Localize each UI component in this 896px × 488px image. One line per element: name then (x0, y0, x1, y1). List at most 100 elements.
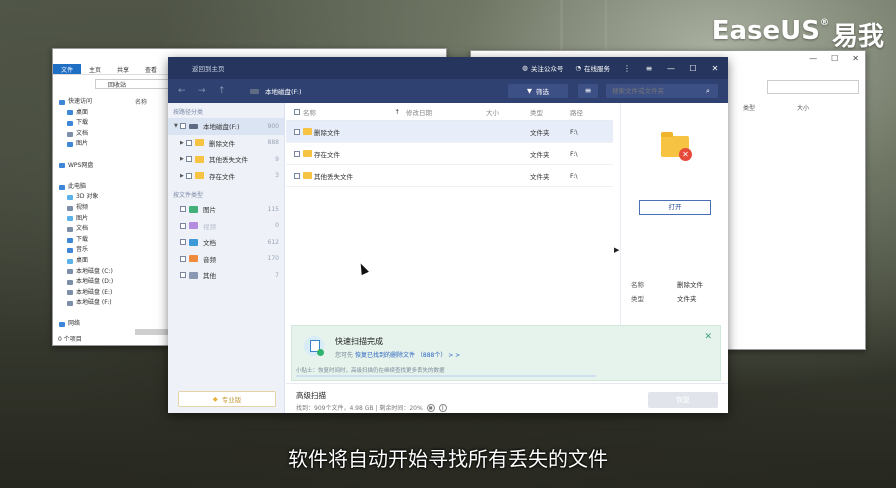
tree-checkbox[interactable] (186, 172, 192, 179)
wechat-icon: ◍ (522, 64, 528, 72)
recover-arrows[interactable]: > > (448, 352, 460, 359)
type-checkbox[interactable] (180, 272, 186, 279)
filter-button[interactable]: ▼ 筛选 (508, 84, 568, 98)
folder-icon (195, 172, 204, 180)
close-icon[interactable]: ✕ (710, 64, 720, 73)
tree-checkbox[interactable] (186, 156, 192, 163)
breadcrumb[interactable]: 本地磁盘(F:) (250, 86, 302, 96)
table-row[interactable]: 存在文件 文件夹 F:\ (286, 143, 613, 165)
nav-item[interactable]: 3D 对象 (53, 192, 128, 203)
nav-item[interactable]: 下载 (53, 235, 128, 246)
notice-title: 快速扫描完成 (335, 337, 383, 346)
column-type[interactable]: 类型 (530, 107, 570, 117)
nav-item[interactable]: 网络 (53, 319, 128, 330)
type-item[interactable]: 文档 612 (168, 234, 284, 251)
tree-item[interactable]: ▼ 本地磁盘(F:) 900 (168, 118, 284, 135)
close-icon[interactable]: ✕ (852, 54, 859, 63)
nav-item[interactable]: 文档 (53, 129, 128, 140)
tree-item[interactable]: ▶ 删除文件 888 (168, 135, 284, 152)
recover-count[interactable]: （888个） (417, 352, 446, 359)
menu-icon[interactable]: ≡ (644, 64, 654, 73)
nav-item[interactable]: 此电脑 (53, 182, 128, 193)
nav-item[interactable]: 桌面 (53, 256, 128, 267)
settings-icon[interactable]: ⋮ (622, 64, 632, 73)
column-name[interactable]: 名称 ↑ (286, 107, 406, 117)
column-date[interactable]: 修改日期 (406, 107, 486, 117)
notice-scroll-bar[interactable] (296, 375, 596, 377)
file-type-icon (189, 271, 198, 279)
logo-text: EaseUS (711, 16, 820, 46)
nav-item[interactable]: 桌面 (53, 108, 128, 119)
table-row[interactable]: 其他丢失文件 文件夹 F:\ (286, 165, 613, 187)
column-path[interactable]: 路径 (570, 107, 610, 117)
nav-item[interactable]: 下载 (53, 118, 128, 129)
close-icon[interactable]: ✕ (704, 332, 712, 342)
nav-item[interactable]: 本地磁盘 (C:) (53, 267, 128, 278)
up-arrow-icon[interactable]: ↑ (218, 86, 228, 96)
file-table: 名称 ↑ 修改日期 大小 类型 路径 删除文件 文件夹 F:\ 存在文件 文件夹 F:\ 其… (286, 103, 613, 343)
restore-button[interactable]: 恢复 (648, 392, 718, 408)
nav-item[interactable]: 本地磁盘 (E:) (53, 288, 128, 299)
nav-item[interactable]: 音乐 (53, 245, 128, 256)
horizontal-scrollbar[interactable] (135, 329, 170, 335)
row-checkbox[interactable] (294, 150, 300, 157)
type-item[interactable]: 其他 7 (168, 267, 284, 284)
nav-item[interactable]: 视频 (53, 203, 128, 214)
row-checkbox[interactable] (294, 128, 300, 135)
nav-item-icon (67, 131, 73, 137)
nav-item[interactable]: 本地磁盘 (D:) (53, 277, 128, 288)
tab-view[interactable]: 查看 (137, 64, 165, 74)
search-input[interactable] (767, 80, 859, 94)
tree-item[interactable]: ▶ 其他丢失文件 9 (168, 151, 284, 168)
recover-deleted-link[interactable]: 恢复已找到的删除文件 (355, 352, 415, 359)
pro-version-button[interactable]: ◆ 专业版 (178, 391, 276, 407)
row-checkbox[interactable] (294, 172, 300, 179)
pause-icon[interactable]: ‖ (438, 403, 447, 412)
table-row[interactable]: 删除文件 文件夹 F:\ (286, 121, 613, 143)
open-button[interactable]: 打开 (639, 200, 711, 215)
forward-arrow-icon[interactable]: → (198, 86, 208, 96)
tab-file[interactable]: 文件 (53, 64, 82, 74)
minimize-icon[interactable]: — (666, 64, 676, 73)
type-checkbox[interactable] (180, 239, 186, 246)
tree-checkbox[interactable] (186, 139, 192, 146)
column-header-type[interactable]: 类型 (743, 103, 755, 112)
type-item[interactable]: 图片 115 (168, 201, 284, 218)
type-item[interactable]: 音频 170 (168, 251, 284, 268)
nav-item[interactable]: 快速访问 (53, 97, 128, 108)
tree-item[interactable]: ▶ 存在文件 3 (168, 168, 284, 185)
nav-item[interactable]: 图片 (53, 214, 128, 225)
type-checkbox[interactable] (180, 222, 186, 229)
nav-item[interactable]: WPS网盘 (53, 161, 128, 172)
maximize-icon[interactable]: ☐ (831, 54, 838, 63)
column-size[interactable]: 大小 (486, 107, 530, 117)
expand-arrow-icon[interactable]: ▶ (614, 246, 619, 254)
back-to-home-link[interactable]: 返回到主页 (192, 63, 225, 73)
folder-icon (195, 155, 204, 163)
type-item-count: 0 (275, 222, 279, 230)
property-name: 名称 删除文件 (631, 279, 703, 289)
title-bar: 返回到主页 ◍ 关注公众号 ◔ 在线服务 ⋮ ≡ — ☐ ✕ (168, 57, 728, 79)
nav-item[interactable]: 本地磁盘 (F:) (53, 298, 128, 309)
type-checkbox[interactable] (180, 255, 186, 262)
type-checkbox[interactable] (180, 206, 186, 213)
tree-checkbox[interactable] (180, 123, 186, 130)
stop-icon[interactable]: ■ (426, 403, 435, 412)
minimize-icon[interactable]: — (809, 54, 817, 63)
search-icon[interactable]: ⌕ (706, 84, 710, 98)
search-input[interactable] (606, 84, 718, 98)
nav-item[interactable]: 文档 (53, 224, 128, 235)
tab-share[interactable]: 共享 (109, 64, 137, 74)
maximize-icon[interactable]: ☐ (688, 64, 698, 73)
view-toggle-button[interactable]: ≡ (578, 84, 598, 98)
select-all-checkbox[interactable] (294, 108, 300, 115)
column-header-size[interactable]: 大小 (797, 103, 809, 112)
follow-account-button[interactable]: ◍ 关注公众号 (522, 63, 563, 73)
online-service-button[interactable]: ◔ 在线服务 (575, 63, 610, 73)
back-arrow-icon[interactable]: ← (178, 86, 188, 96)
column-header-name[interactable]: 名称 (135, 97, 147, 106)
tab-home[interactable]: 主页 (81, 64, 109, 74)
notice-tip: 小贴士：恢复时间时，高级扫描仍在继续查找更多丢失的数据 (296, 368, 445, 374)
type-item[interactable]: 视频 0 (168, 218, 284, 235)
nav-item[interactable]: 图片 (53, 139, 128, 150)
